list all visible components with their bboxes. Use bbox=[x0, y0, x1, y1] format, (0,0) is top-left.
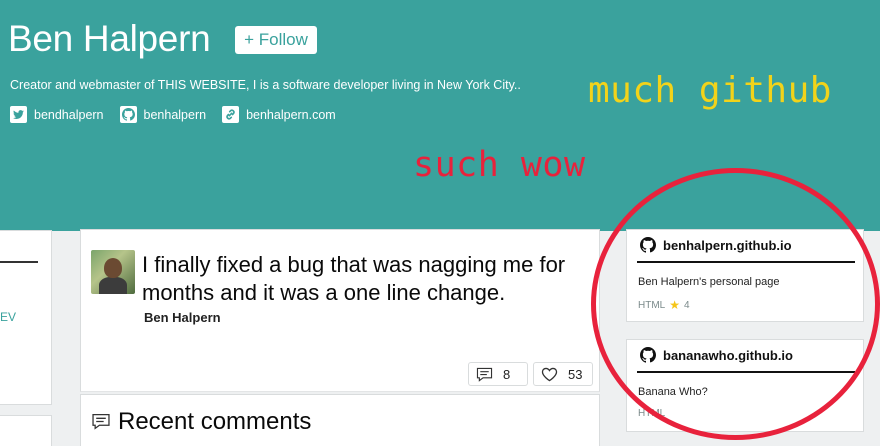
comment-icon bbox=[476, 367, 493, 382]
repo-card[interactable]: benhalpern.github.io Ben Halpern's perso… bbox=[626, 229, 864, 322]
left-sidebar-card-2 bbox=[0, 415, 52, 446]
heart-icon bbox=[541, 367, 558, 381]
repo-description: Ben Halpern's personal page bbox=[638, 276, 780, 288]
meme-text-bottom: such wow bbox=[413, 145, 586, 185]
recent-comments-card: Recent comments bbox=[80, 394, 600, 446]
left-sidebar-card: EV bbox=[0, 230, 52, 405]
repo-link[interactable]: bananawho.github.io bbox=[640, 347, 793, 363]
github-link[interactable]: benhalpern bbox=[119, 106, 207, 123]
twitter-link[interactable]: bendhalpern bbox=[10, 106, 104, 123]
post-card[interactable]: I finally fixed a bug that was nagging m… bbox=[80, 229, 600, 392]
website-link[interactable]: benhalpern.com bbox=[222, 106, 336, 123]
repo-meta: HTML bbox=[638, 408, 665, 419]
github-icon bbox=[119, 106, 137, 123]
github-icon bbox=[640, 237, 656, 253]
profile-name: Ben Halpern bbox=[8, 18, 211, 59]
github-handle: benhalpern bbox=[143, 107, 207, 122]
repo-language: HTML bbox=[638, 299, 666, 311]
link-icon bbox=[222, 106, 240, 123]
repo-stars: 4 bbox=[684, 299, 690, 311]
post-author[interactable]: Ben Halpern bbox=[144, 310, 221, 325]
comment-icon bbox=[92, 413, 110, 430]
meme-text-top: much github bbox=[588, 70, 832, 111]
profile-bio: Creator and webmaster of THIS WEBSITE, I… bbox=[10, 78, 521, 92]
author-avatar[interactable] bbox=[91, 250, 135, 294]
github-icon bbox=[640, 347, 656, 363]
post-title[interactable]: I finally fixed a bug that was nagging m… bbox=[142, 251, 592, 307]
repo-name: bananawho.github.io bbox=[663, 347, 793, 363]
divider bbox=[0, 261, 38, 263]
repo-language: HTML bbox=[638, 408, 666, 419]
avatar-face bbox=[104, 258, 122, 278]
divider bbox=[637, 261, 855, 263]
repo-description: Banana Who? bbox=[638, 386, 708, 398]
repo-meta: HTML ★ 4 bbox=[638, 298, 690, 312]
twitter-handle: bendhalpern bbox=[34, 107, 104, 122]
repo-link[interactable]: benhalpern.github.io bbox=[640, 237, 792, 253]
follow-button[interactable]: + Follow bbox=[235, 26, 317, 54]
profile-links: bendhalpern benhalpern benhalpern.com bbox=[10, 106, 336, 123]
likes-count: 53 bbox=[568, 366, 583, 382]
website-url: benhalpern.com bbox=[246, 107, 336, 122]
star-icon: ★ bbox=[669, 298, 680, 312]
repo-card[interactable]: bananawho.github.io Banana Who? HTML bbox=[626, 339, 864, 432]
comments-count: 8 bbox=[503, 366, 511, 382]
sidebar-partial-link[interactable]: EV bbox=[0, 310, 16, 324]
comments-button[interactable]: 8 bbox=[468, 362, 528, 386]
avatar-body bbox=[99, 277, 127, 294]
repo-name: benhalpern.github.io bbox=[663, 237, 792, 253]
recent-comments-heading: Recent comments bbox=[118, 408, 312, 435]
twitter-icon bbox=[10, 106, 27, 123]
like-button[interactable]: 53 bbox=[533, 362, 593, 386]
profile-header: Ben Halpern + Follow Creator and webmast… bbox=[0, 0, 880, 231]
divider bbox=[637, 371, 855, 373]
